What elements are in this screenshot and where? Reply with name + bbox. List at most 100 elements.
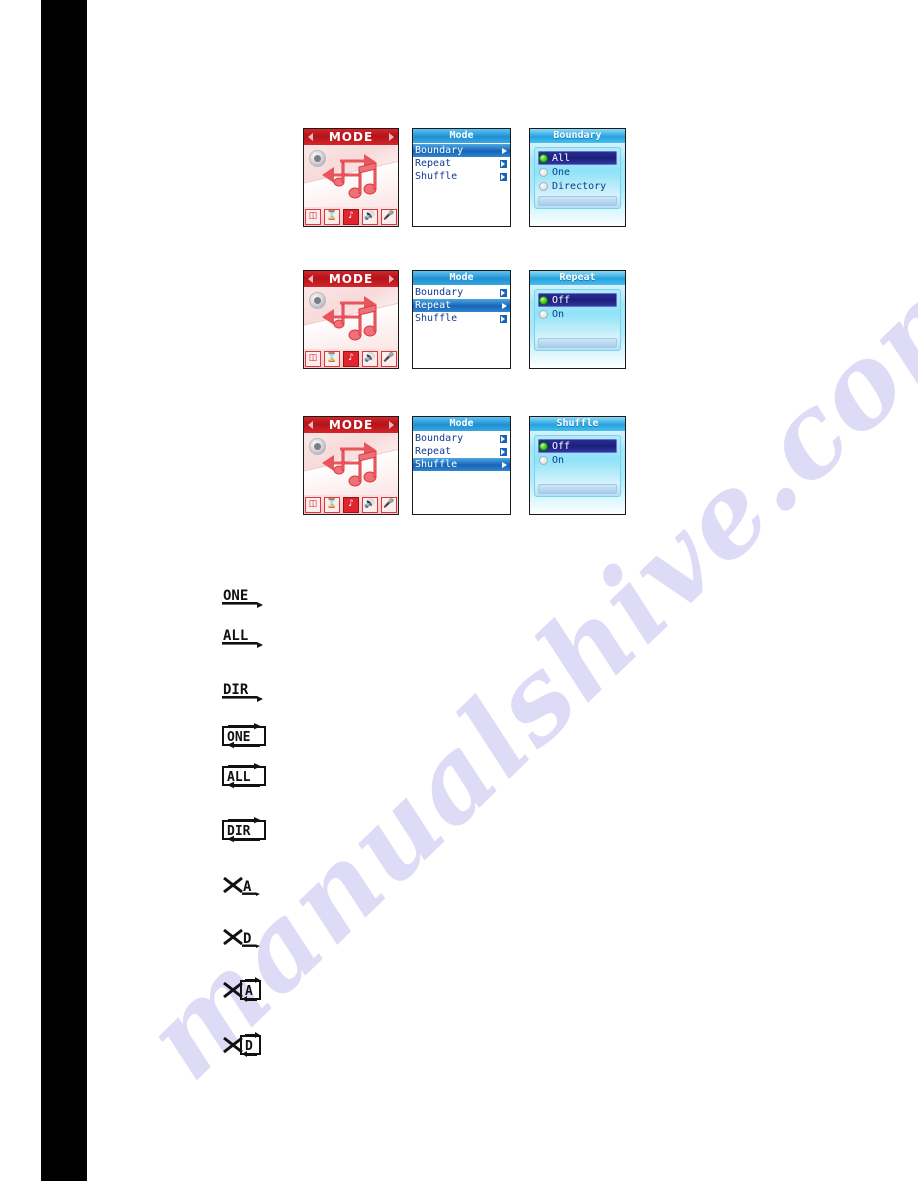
artwork-notes-loop-icon	[322, 442, 377, 487]
mode-menu-screen[interactable]: Mode Boundary Repeat Shuffle	[412, 128, 511, 227]
scrollbar[interactable]	[538, 338, 617, 348]
menu-item-label: Repeat	[415, 300, 452, 311]
mode-menu-screen[interactable]: Mode Boundary Repeat Shuffle	[412, 416, 511, 515]
screen-row-repeat: MODE ◫ ⌛ ♪ 🔊 🎤 Mode Boundary Repeat Shuf…	[303, 270, 633, 370]
play-mode-icon[interactable]: ♪	[343, 350, 359, 367]
mode-menu-screen[interactable]: Mode Boundary Repeat Shuffle	[412, 270, 511, 369]
volume-icon[interactable]: 🔊	[362, 350, 378, 367]
menu-item-shuffle[interactable]: Shuffle	[413, 170, 510, 183]
mode-screen[interactable]: MODE ◫ ⌛ ♪ 🔊 🎤	[303, 270, 399, 369]
chevron-box-icon	[500, 447, 507, 456]
mode-artwork	[304, 433, 398, 495]
mode-statusbar: ◫ ⌛ ♪ 🔊 🎤	[304, 495, 398, 514]
mode-artwork	[304, 287, 398, 349]
shuffle-option-panel: Off On	[534, 435, 621, 497]
one-underline-icon: ONE	[222, 586, 274, 612]
option-label: Directory	[552, 180, 607, 192]
option-one[interactable]: One	[538, 165, 617, 179]
shuffle-dir-repeat-icon: D	[222, 1032, 274, 1058]
menu-item-repeat[interactable]: Repeat	[413, 299, 510, 312]
record-icon[interactable]: 🎤	[381, 350, 397, 367]
artwork-notes-loop-icon	[322, 296, 377, 341]
repeat-dialog-title: Repeat	[530, 271, 625, 285]
screen-row-boundary: MODE ◫ ⌛ ♪ 🔊 🎤 Mode Boundary Repeat Shuf…	[303, 128, 633, 228]
option-directory[interactable]: Directory	[538, 179, 617, 193]
play-mode-icon[interactable]: ♪	[343, 496, 359, 513]
shuffle-dialog-screen[interactable]: Shuffle Off On	[529, 416, 626, 515]
mode-screen[interactable]: MODE ◫ ⌛ ♪ 🔊 🎤	[303, 128, 399, 227]
radio-icon	[539, 441, 548, 451]
record-icon[interactable]: 🎤	[381, 208, 397, 225]
menu-item-repeat[interactable]: Repeat	[413, 445, 510, 458]
boundary-dialog-screen[interactable]: Boundary All One Directory	[529, 128, 626, 227]
one-repeat-boxed-icon: ONE	[222, 723, 274, 749]
svg-text:DIR: DIR	[223, 682, 249, 698]
chevron-box-icon	[500, 159, 507, 168]
volume-icon[interactable]: 🔊	[362, 496, 378, 513]
svg-text:ALL: ALL	[223, 628, 248, 644]
option-on[interactable]: On	[538, 307, 617, 321]
hourglass-icon[interactable]: ⌛	[324, 350, 340, 367]
hourglass-icon[interactable]: ⌛	[324, 208, 340, 225]
radio-icon	[539, 181, 548, 191]
menu-item-label: Boundary	[415, 145, 464, 156]
repeat-option-panel: Off On	[534, 289, 621, 351]
left-arrow-icon[interactable]	[308, 133, 313, 141]
menu-item-boundary[interactable]: Boundary	[413, 286, 510, 299]
radio-icon	[539, 153, 548, 163]
radio-icon	[539, 309, 548, 319]
option-off[interactable]: Off	[538, 439, 617, 453]
menu-item-boundary[interactable]: Boundary	[413, 432, 510, 445]
shuffle-dialog-title: Shuffle	[530, 417, 625, 431]
right-arrow-icon[interactable]	[389, 275, 394, 283]
chevron-box-icon	[500, 288, 507, 297]
mode-artwork	[304, 145, 398, 207]
option-all[interactable]: All	[538, 151, 617, 165]
radio-icon	[539, 167, 548, 177]
menu-item-shuffle[interactable]: Shuffle	[413, 458, 510, 471]
mode-screen[interactable]: MODE ◫ ⌛ ♪ 🔊 🎤	[303, 416, 399, 515]
menu-item-shuffle[interactable]: Shuffle	[413, 312, 510, 325]
display-icon[interactable]: ◫	[305, 208, 321, 225]
menu-item-label: Boundary	[415, 287, 464, 298]
mode-menu-title: Mode	[413, 271, 510, 285]
mode-menu-list: Boundary Repeat Shuffle	[413, 285, 510, 325]
scrollbar[interactable]	[538, 484, 617, 494]
mode-screen-titlebar: MODE	[304, 417, 398, 433]
left-arrow-icon[interactable]	[308, 275, 313, 283]
right-arrow-icon[interactable]	[389, 133, 394, 141]
repeat-dialog-screen[interactable]: Repeat Off On	[529, 270, 626, 369]
option-on[interactable]: On	[538, 453, 617, 467]
mode-menu-list: Boundary Repeat Shuffle	[413, 143, 510, 183]
boundary-dialog-body: All One Directory	[530, 143, 625, 226]
mode-screen-title: MODE	[328, 418, 374, 432]
menu-item-label: Repeat	[415, 158, 452, 169]
mode-screen-titlebar: MODE	[304, 129, 398, 145]
chevron-right-icon	[502, 147, 507, 154]
svg-text:DIR: DIR	[227, 824, 251, 839]
display-icon[interactable]: ◫	[305, 350, 321, 367]
option-off[interactable]: Off	[538, 293, 617, 307]
right-arrow-icon[interactable]	[389, 421, 394, 429]
boundary-dialog-title: Boundary	[530, 129, 625, 143]
record-icon[interactable]: 🎤	[381, 496, 397, 513]
menu-item-repeat[interactable]: Repeat	[413, 157, 510, 170]
hourglass-icon[interactable]: ⌛	[324, 496, 340, 513]
menu-item-boundary[interactable]: Boundary	[413, 144, 510, 157]
radio-icon	[539, 295, 548, 305]
chevron-right-icon	[502, 461, 507, 468]
play-mode-icon[interactable]: ♪	[343, 208, 359, 225]
chevron-box-icon	[500, 172, 507, 181]
option-label: On	[552, 308, 565, 320]
option-label: Off	[552, 294, 571, 306]
dir-underline-icon: DIR	[222, 680, 274, 706]
display-icon[interactable]: ◫	[305, 496, 321, 513]
volume-icon[interactable]: 🔊	[362, 208, 378, 225]
scrollbar[interactable]	[538, 196, 617, 206]
all-underline-icon: ALL	[222, 626, 274, 652]
artwork-notes-loop-icon	[322, 154, 377, 199]
left-arrow-icon[interactable]	[308, 421, 313, 429]
chevron-box-icon	[500, 434, 507, 443]
mode-menu-title: Mode	[413, 129, 510, 143]
mode-menu-title: Mode	[413, 417, 510, 431]
